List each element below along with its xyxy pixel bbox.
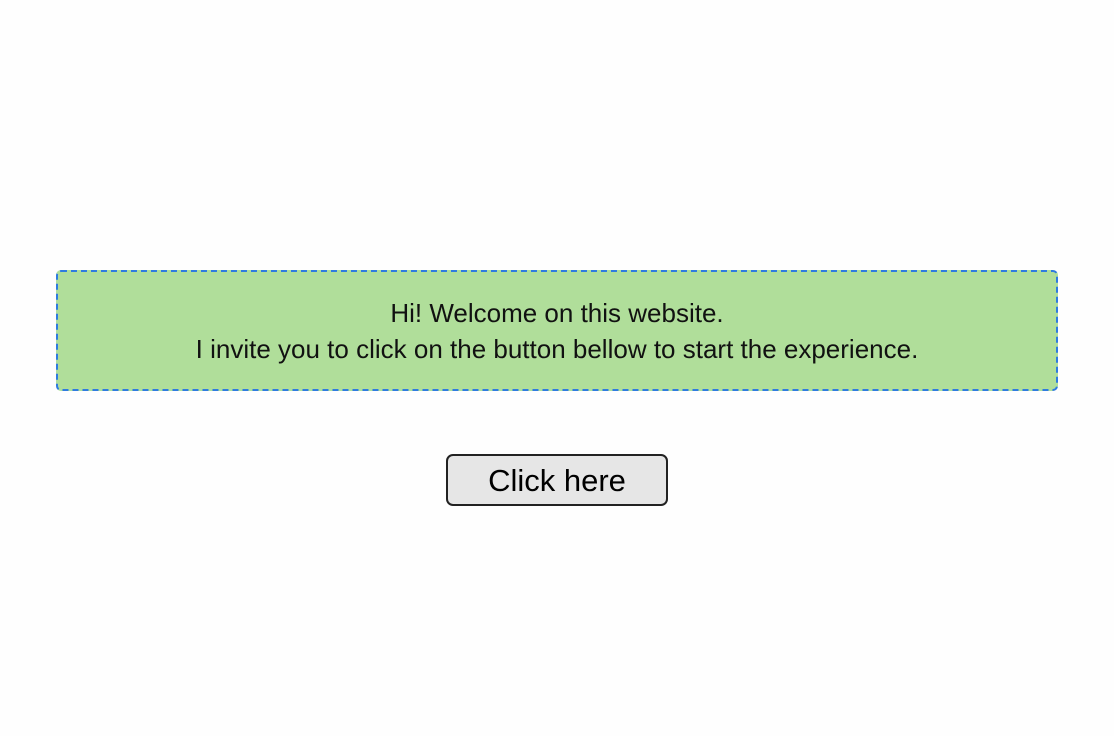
click-here-button[interactable]: Click here — [446, 454, 668, 506]
welcome-message-box: Hi! Welcome on this website. I invite yo… — [56, 270, 1058, 391]
welcome-heading: Hi! Welcome on this website. — [390, 297, 724, 328]
page: Hi! Welcome on this website. I invite yo… — [0, 0, 1114, 736]
welcome-instruction: I invite you to click on the button bell… — [195, 333, 919, 364]
